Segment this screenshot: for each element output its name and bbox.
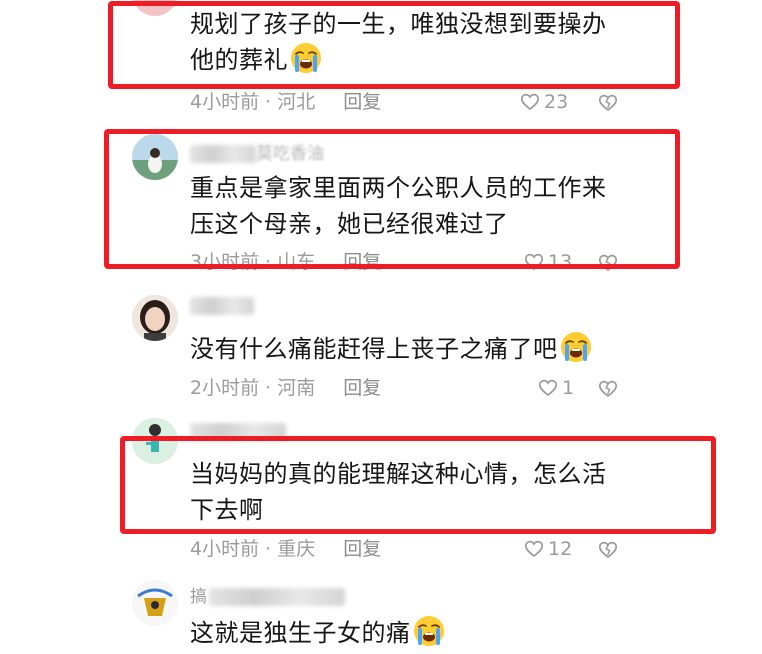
comment-text: 当妈妈的真的能理解这种心情，怎么活 下去啊: [190, 460, 607, 524]
comment-meta: 4小时前 · 河北 回复: [190, 91, 382, 113]
comment-location: 河北: [277, 91, 316, 113]
avatar-image: [132, 580, 178, 626]
like-count: 13: [548, 251, 573, 273]
reply-button[interactable]: 回复: [343, 538, 381, 560]
comment-text: 重点是拿家里面两个公职人员的工作来 压这个母亲，她已经很难过了: [190, 174, 607, 238]
heart-outline-icon: [524, 539, 544, 559]
loudly-crying-face-emoji-icon: [560, 331, 592, 363]
reply-button[interactable]: 回复: [343, 377, 381, 399]
heart-outline-icon: [538, 378, 558, 398]
comment-time: 3小时前: [190, 251, 260, 273]
loudly-crying-face-emoji-icon: [413, 615, 445, 647]
comment-meta: 4小时前 · 重庆 回复: [190, 538, 382, 560]
like-button[interactable]: 13: [524, 250, 572, 274]
loudly-crying-face-emoji-icon: [290, 42, 322, 74]
avatar[interactable]: [132, 580, 178, 626]
like-count: 23: [544, 91, 569, 113]
broken-heart-outline-icon[interactable]: [598, 253, 618, 273]
comment-text: 没有什么痛能赶得上丧子之痛了吧: [190, 331, 592, 367]
avatar-image: [132, 295, 178, 341]
username[interactable]: 搞: [190, 587, 345, 607]
like-button[interactable]: 1: [538, 376, 574, 400]
heart-outline-icon: [520, 92, 540, 112]
comment-meta: 2小时前 · 河南 回复: [190, 377, 382, 399]
like-button[interactable]: 12: [524, 537, 572, 561]
like-count: 1: [562, 377, 575, 399]
username[interactable]: 莫吃香油: [190, 144, 324, 164]
avatar[interactable]: [132, 0, 178, 16]
username[interactable]: [190, 422, 286, 442]
heart-outline-icon: [524, 252, 544, 272]
comment-time: 4小时前: [190, 91, 260, 113]
comment-text: 规划了孩子的一生，唯独没想到要操办 他的葬礼: [190, 10, 607, 74]
avatar-image: [132, 418, 178, 464]
broken-heart-outline-icon[interactable]: [598, 379, 618, 399]
avatar-image: [132, 134, 178, 180]
like-button[interactable]: 23: [520, 90, 568, 114]
username[interactable]: [190, 296, 254, 316]
avatar[interactable]: [132, 295, 178, 341]
broken-heart-outline-icon[interactable]: [598, 540, 618, 560]
reply-button[interactable]: 回复: [343, 91, 381, 113]
comment-location: 河南: [277, 377, 316, 399]
comment-meta: 3小时前 · 山东 回复: [190, 251, 382, 273]
broken-heart-outline-icon[interactable]: [598, 93, 618, 113]
like-count: 12: [548, 538, 573, 560]
reply-button[interactable]: 回复: [343, 251, 381, 273]
comment-text: 这就是独生子女的痛: [190, 615, 445, 651]
comment-location: 重庆: [277, 538, 316, 560]
comment-location: 山东: [277, 251, 316, 273]
comment-time: 4小时前: [190, 538, 260, 560]
avatar[interactable]: [132, 418, 178, 464]
comment-time: 2小时前: [190, 377, 260, 399]
avatar[interactable]: [132, 134, 178, 180]
